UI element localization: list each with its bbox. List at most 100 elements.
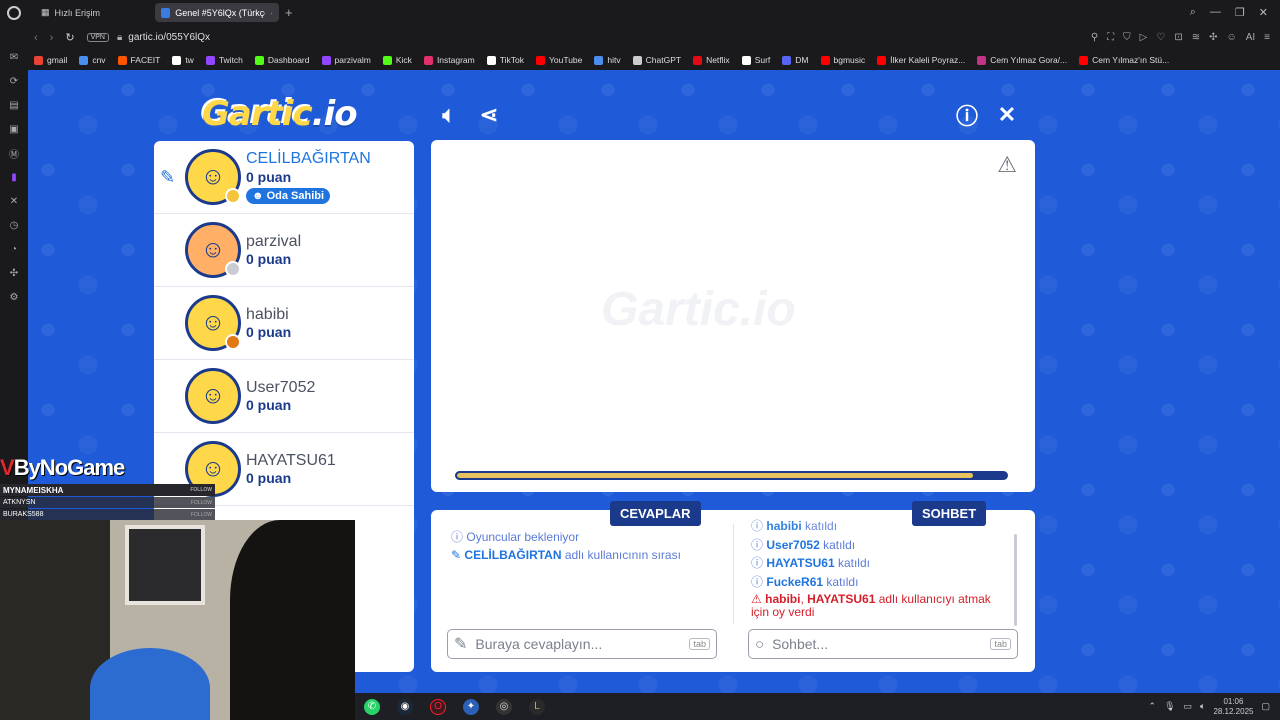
- crypto-wallet-icon[interactable]: ▤: [8, 99, 20, 111]
- profile-icon[interactable]: ☺: [1226, 32, 1236, 43]
- opera-logo-icon[interactable]: [7, 5, 21, 20]
- bookmark-favicon-icon: [820, 55, 830, 65]
- flow-icon[interactable]: ⟳: [8, 75, 20, 87]
- bookmark-item[interactable]: Dashboard: [254, 55, 310, 65]
- heart-icon[interactable]: ♡: [1156, 32, 1165, 43]
- bookmark-item[interactable]: YouTube: [535, 55, 582, 65]
- lock-icon[interactable]: 🔒︎: [117, 32, 122, 43]
- bookmark-item[interactable]: Cem Yılmaz'ın Stü...: [1079, 55, 1169, 65]
- league-icon[interactable]: L: [529, 698, 545, 715]
- settings-icon[interactable]: ⚙: [8, 291, 20, 303]
- twitch-icon[interactable]: ▮: [8, 171, 20, 183]
- bookmark-item[interactable]: Twitch: [205, 55, 243, 65]
- bookmark-item[interactable]: ChatGPT: [632, 55, 681, 65]
- steam-icon[interactable]: ◉: [397, 698, 413, 715]
- bookmark-item[interactable]: DM: [782, 55, 809, 65]
- player-row[interactable]: ☺ habibi 0 puan: [154, 287, 414, 360]
- bookmark-item[interactable]: İlker Kaleli Poyraz...: [877, 55, 965, 65]
- volume-icon[interactable]: 🔈︎: [1200, 701, 1205, 712]
- network-icon[interactable]: ▭: [1184, 701, 1193, 712]
- back-icon[interactable]: ‹: [34, 32, 38, 44]
- ai-button[interactable]: AI: [1246, 32, 1255, 43]
- bookmark-item[interactable]: hitv: [594, 55, 621, 65]
- bookmark-label: cnv: [92, 55, 106, 65]
- system-clock[interactable]: 01:06 28.12.2025: [1213, 697, 1253, 717]
- restore-button[interactable]: ❐: [1235, 6, 1245, 19]
- audio-icon[interactable]: ≋: [1192, 32, 1200, 43]
- extension-icon[interactable]: ⊡: [1174, 32, 1182, 43]
- turn-text: adlı kullanıcının sırası: [564, 548, 681, 562]
- answers-chat-panel: CEVAPLAR SOHBET ⓘ Oyuncular bekleniyor ✎…: [431, 501, 1035, 672]
- player-row[interactable]: ☺ parzival 0 puan: [154, 214, 414, 287]
- bookmark-item[interactable]: gmail: [34, 55, 67, 65]
- play-icon[interactable]: ▷: [1140, 32, 1148, 43]
- chat-scrollbar[interactable]: [1014, 534, 1017, 626]
- bookmark-item[interactable]: Netflix: [693, 55, 730, 65]
- pin-icon[interactable]: ⚲: [1091, 32, 1098, 43]
- tab-quick-access[interactable]: ▦ Hızlı Erişim: [35, 3, 155, 22]
- bookmark-item[interactable]: parzivalm: [321, 55, 371, 65]
- chat-input[interactable]: [772, 636, 991, 652]
- bookmark-favicon-icon: [117, 55, 127, 65]
- m-icon[interactable]: Ⓜ: [8, 147, 20, 161]
- search-icon[interactable]: ⌕: [1190, 6, 1196, 19]
- bookmark-item[interactable]: Surf: [741, 55, 770, 65]
- report-warning-icon[interactable]: ⚠: [997, 152, 1017, 178]
- extensions-icon[interactable]: ✣: [8, 267, 20, 279]
- mic-icon[interactable]: 🎙︎: [1164, 701, 1175, 712]
- tab-gartic[interactable]: Genel #5Y6lQx (Türkçe) ·: [155, 3, 279, 22]
- bookmark-item[interactable]: Instagram: [423, 55, 475, 65]
- turn-timer-bar: [455, 471, 1008, 480]
- bookmark-item[interactable]: tw: [172, 55, 194, 65]
- bookmark-item[interactable]: Kick: [382, 55, 412, 65]
- answer-input[interactable]: [475, 636, 690, 652]
- stream-user-name: BURAKS588: [3, 511, 44, 518]
- forward-icon[interactable]: ›: [50, 32, 54, 44]
- player-icon[interactable]: ▣: [8, 123, 20, 135]
- opera-icon[interactable]: O: [430, 698, 446, 715]
- adblock-icon[interactable]: ⛉: [1123, 32, 1131, 43]
- webcam-shadow: [230, 520, 355, 720]
- answer-field[interactable]: ✎ tab: [447, 629, 717, 659]
- sound-icon[interactable]: 🔈︎: [436, 102, 462, 128]
- history-icon[interactable]: ◔: [8, 243, 20, 255]
- share-icon[interactable]: ⋖: [476, 102, 502, 128]
- messenger-icon[interactable]: ✉: [8, 51, 20, 63]
- player-row[interactable]: ✎ ☺ CELİLBAĞIRTAN 0 puan ☻ Oda Sahibi: [154, 141, 414, 214]
- new-tab-button[interactable]: +: [285, 5, 293, 20]
- close-tab-icon[interactable]: ·: [270, 8, 273, 18]
- url-field[interactable]: gartic.io/055Y6lQx: [128, 32, 210, 43]
- bookmark-item[interactable]: cnv: [79, 55, 106, 65]
- info-icon: ⓘ: [451, 530, 464, 544]
- close-window-button[interactable]: ✕: [1259, 6, 1268, 19]
- bookmark-item[interactable]: bgmusic: [820, 55, 865, 65]
- notification-icon[interactable]: ▢: [1261, 701, 1270, 712]
- info-icon[interactable]: ⓘ: [954, 102, 980, 129]
- close-icon[interactable]: ✕: [994, 102, 1020, 128]
- bookmark-item[interactable]: FACEIT: [117, 55, 160, 65]
- menu-icon[interactable]: ≡: [1264, 32, 1270, 43]
- chat-field[interactable]: ○ tab: [748, 629, 1018, 659]
- obs-icon[interactable]: ◎: [496, 698, 512, 715]
- bookmark-item[interactable]: TikTok: [486, 55, 524, 65]
- reload-icon[interactable]: ↻: [65, 31, 74, 44]
- bookmark-favicon-icon: [254, 55, 264, 65]
- x-icon[interactable]: ✕: [8, 195, 20, 207]
- minimize-button[interactable]: —: [1210, 6, 1221, 19]
- bookmark-item[interactable]: Cem Yılmaz Gora/...: [977, 55, 1067, 65]
- search-icon: ○: [755, 635, 765, 653]
- snapshot-icon[interactable]: ⛶: [1107, 32, 1114, 43]
- status-dot: [225, 188, 241, 204]
- speed-dial-icon[interactable]: ◷: [8, 219, 20, 231]
- drawing-canvas[interactable]: Gartic.io ⚠: [431, 140, 1035, 492]
- bookmark-favicon-icon: [172, 55, 182, 65]
- chevron-up-icon[interactable]: ⌃: [1149, 701, 1157, 712]
- vpn-badge[interactable]: VPN: [86, 33, 109, 42]
- player-row[interactable]: ☺ User7052 0 puan: [154, 360, 414, 433]
- puzzle-icon[interactable]: ✣: [1209, 32, 1217, 43]
- info-icon: ⓘ: [751, 556, 764, 570]
- discord-icon[interactable]: ✦: [463, 698, 479, 715]
- chat-user: habibi: [766, 519, 802, 533]
- whatsapp-icon[interactable]: ✆: [364, 698, 380, 715]
- bookmark-favicon-icon: [1079, 55, 1089, 65]
